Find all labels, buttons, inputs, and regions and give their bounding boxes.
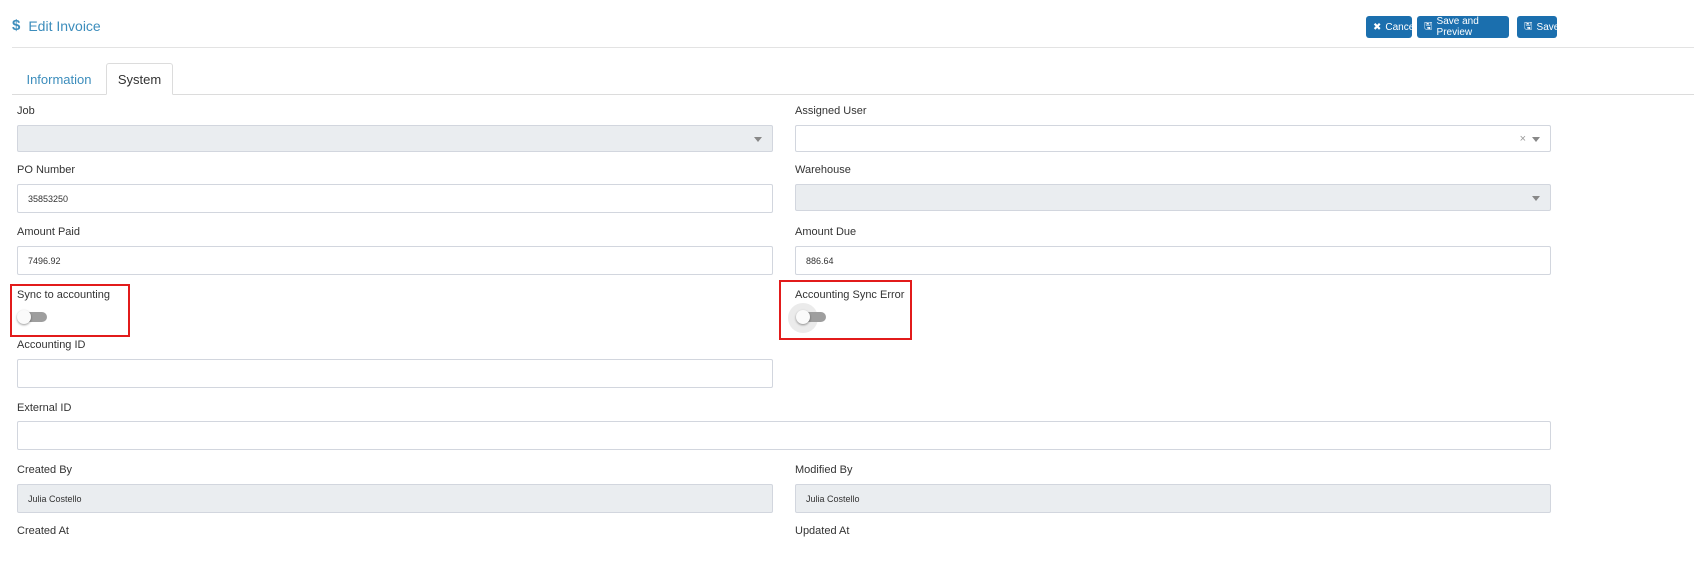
tab-information[interactable]: Information xyxy=(12,63,106,95)
cancel-button[interactable]: ✖ Cancel xyxy=(1366,16,1417,38)
modified-by-input[interactable]: Julia Costello xyxy=(795,484,1551,513)
accounting-sync-error-label: Accounting Sync Error xyxy=(795,289,905,301)
po-number-input[interactable]: 35853250 xyxy=(17,184,773,213)
clear-icon[interactable]: × xyxy=(1520,133,1526,145)
chevron-down-icon xyxy=(1532,195,1540,201)
amount-paid-label: Amount Paid xyxy=(17,226,80,238)
page-title-text: Edit Invoice xyxy=(28,17,101,34)
created-by-label: Created By xyxy=(17,464,73,476)
warehouse-select[interactable] xyxy=(795,184,1551,211)
external-id-label: External ID xyxy=(17,402,72,414)
page-title: $ Edit Invoice xyxy=(12,17,101,34)
amount-due-label: Amount Due xyxy=(795,226,857,238)
toggle-knob xyxy=(796,310,810,324)
accounting-sync-error-toggle[interactable] xyxy=(796,310,828,324)
job-label: Job xyxy=(17,105,35,117)
toggle-knob xyxy=(17,310,31,324)
floppy-icon: 🖫 xyxy=(1424,20,1433,32)
floppy-icon: 🖫 xyxy=(1524,20,1533,32)
accounting-id-label: Accounting ID xyxy=(17,339,86,351)
assigned-user-select[interactable]: × xyxy=(795,125,1551,152)
save-button[interactable]: 🖫 Save xyxy=(1517,16,1559,38)
tabs-divider xyxy=(12,94,1694,95)
modified-by-label: Modified By xyxy=(795,464,853,476)
sync-to-accounting-label: Sync to accounting xyxy=(17,289,110,301)
header-divider xyxy=(12,47,1694,48)
sync-to-accounting-toggle[interactable] xyxy=(17,310,49,324)
save-and-preview-button[interactable]: 🖫 Save and Preview xyxy=(1417,16,1509,38)
external-id-input[interactable] xyxy=(17,421,1551,450)
tab-system[interactable]: System xyxy=(106,63,173,95)
close-icon: ✖ xyxy=(1373,21,1382,33)
dollar-icon: $ xyxy=(12,17,21,34)
created-at-label: Created At xyxy=(17,525,69,537)
po-number-label: PO Number xyxy=(17,164,76,176)
chevron-down-icon xyxy=(1532,136,1540,142)
updated-at-label: Updated At xyxy=(795,525,850,537)
job-select[interactable] xyxy=(17,125,773,152)
warehouse-label: Warehouse xyxy=(795,164,851,176)
amount-due-input[interactable]: 886.64 xyxy=(795,246,1551,275)
created-by-input[interactable]: Julia Costello xyxy=(17,484,773,513)
chevron-down-icon xyxy=(754,136,762,142)
amount-paid-input[interactable]: 7496.92 xyxy=(17,246,773,275)
assigned-user-label: Assigned User xyxy=(795,105,867,117)
accounting-id-input[interactable] xyxy=(17,359,773,388)
